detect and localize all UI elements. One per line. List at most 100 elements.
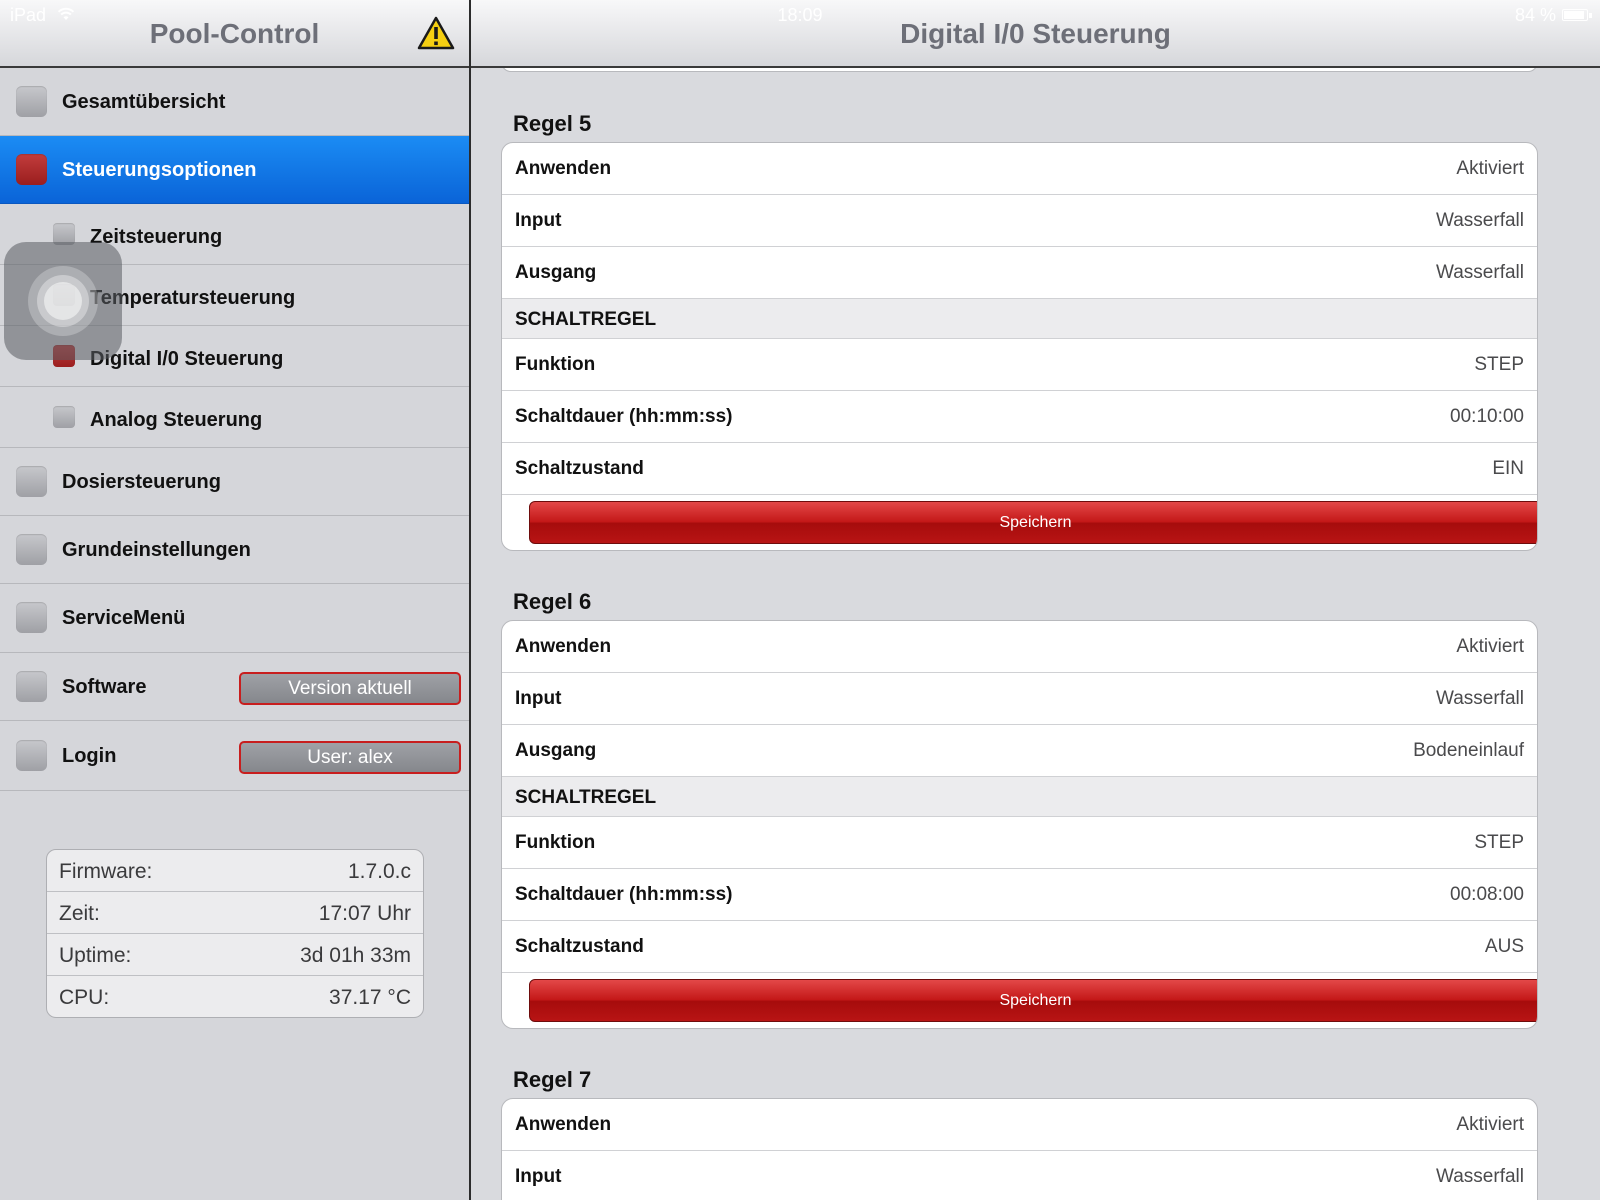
menu-item-label: Software [62, 676, 147, 698]
row-input[interactable]: Input Wasserfall [502, 673, 1537, 725]
submenu-item-label: Analog Steuerung [90, 409, 263, 431]
row-value: Wasserfall [1436, 262, 1524, 283]
row-ausgang[interactable]: Ausgang Bodeneinlauf [502, 725, 1537, 777]
row-label: Input [515, 210, 562, 231]
save-button[interactable]: Speichern [529, 501, 1537, 544]
submenu-icon [53, 406, 75, 428]
save-button[interactable]: Speichern [529, 979, 1537, 1022]
row-funktion[interactable]: Funktion STEP [502, 817, 1537, 869]
row-label: Schaltzustand [515, 936, 644, 957]
menu-icon [16, 671, 47, 702]
info-row-zeit: Zeit: 17:07 Uhr [47, 892, 423, 934]
row-label: Anwenden [515, 158, 612, 179]
row-value: STEP [1474, 354, 1524, 375]
rule-card-6: Anwenden Aktiviert Input Wasserfall Ausg… [501, 620, 1538, 1029]
software-version-badge[interactable]: Version aktuell [239, 672, 461, 705]
row-value: Wasserfall [1436, 688, 1524, 709]
section-header-label: SCHALTREGEL [515, 309, 657, 330]
row-anwenden[interactable]: Anwenden Aktiviert [502, 621, 1537, 673]
row-label: Funktion [515, 832, 596, 853]
menu-item-dosiersteuerung[interactable]: Dosiersteuerung [0, 448, 469, 516]
section-header-schaltregel: SCHALTREGEL [502, 777, 1537, 817]
row-schaltdauer[interactable]: Schaltdauer (hh:mm:ss) 00:08:00 [502, 869, 1537, 921]
row-label: Schaltdauer (hh:mm:ss) [515, 406, 733, 427]
row-label: Schaltdauer (hh:mm:ss) [515, 884, 733, 905]
menu-item-label: Steuerungsoptionen [62, 159, 257, 181]
menu-icon [16, 602, 47, 633]
login-user-badge[interactable]: User: alex [239, 741, 461, 774]
row-value: AUS [1484, 936, 1524, 957]
row-value: Bodeneinlauf [1413, 740, 1524, 761]
row-label: Funktion [515, 354, 596, 375]
menu-item-software[interactable]: Software Version aktuell [0, 653, 469, 721]
row-ausgang[interactable]: Ausgang Wasserfall [502, 247, 1537, 299]
info-key: Firmware: [59, 860, 153, 883]
row-schaltdauer[interactable]: Schaltdauer (hh:mm:ss) 00:10:00 [502, 391, 1537, 443]
rule-title: Regel 5 [513, 111, 592, 136]
menu-item-label: Grundeinstellungen [62, 539, 251, 561]
system-info-box: Firmware: 1.7.0.c Zeit: 17:07 Uhr Uptime… [46, 849, 424, 1018]
row-input[interactable]: Input Wasserfall [502, 195, 1537, 247]
battery-percentage: 84 % [1514, 5, 1556, 25]
row-schaltzustand[interactable]: Schaltzustand AUS [502, 921, 1537, 973]
row-label: Anwenden [515, 636, 612, 657]
rule-card-7: Anwenden Aktiviert Input Wasserfall [501, 1098, 1538, 1200]
menu-icon [16, 534, 47, 565]
row-value: EIN [1492, 458, 1524, 479]
row-value: Aktiviert [1456, 636, 1524, 657]
menu-item-login[interactable]: Login User: alex [0, 721, 469, 791]
row-schaltzustand[interactable]: Schaltzustand EIN [502, 443, 1537, 495]
menu-icon [16, 154, 47, 185]
rule-title: Regel 7 [513, 1067, 592, 1092]
row-label: Input [515, 1166, 562, 1187]
submenu-item-analog-steuerung[interactable]: Analog Steuerung [0, 387, 469, 448]
row-label: Anwenden [515, 1114, 612, 1135]
status-bar: iPad 18:09 84 % [0, 0, 1600, 28]
menu-item-label: ServiceMenü [62, 607, 186, 629]
menu-item-label: Dosiersteuerung [62, 471, 221, 493]
row-value: 00:10:00 [1450, 406, 1524, 427]
rule-card-5: Anwenden Aktiviert Input Wasserfall Ausg… [501, 142, 1538, 551]
row-value: 00:08:00 [1450, 884, 1524, 905]
row-value: Aktiviert [1456, 1114, 1524, 1135]
detail-pane[interactable]: Digital I/0 Steuerung Regel 5 Anwenden A… [471, 0, 1600, 1200]
row-anwenden[interactable]: Anwenden Aktiviert [502, 1099, 1537, 1151]
info-value: 1.7.0.c [347, 860, 411, 883]
row-value: Wasserfall [1436, 1166, 1524, 1187]
row-input[interactable]: Input Wasserfall [502, 1151, 1537, 1200]
clock: 18:09 [777, 5, 823, 25]
row-label: Input [515, 688, 562, 709]
row-funktion[interactable]: Funktion STEP [502, 339, 1537, 391]
master-pane: Pool-Control Gesamtübersicht Steuerungso… [0, 0, 469, 1200]
menu-item-gesamtuebersicht[interactable]: Gesamtübersicht [0, 68, 469, 136]
section-header-schaltregel: SCHALTREGEL [502, 299, 1537, 339]
menu-item-label: Gesamtübersicht [62, 91, 226, 113]
menu-icon [16, 466, 47, 497]
menu-icon [16, 86, 47, 117]
info-row-firmware: Firmware: 1.7.0.c [47, 850, 423, 892]
row-label: Ausgang [515, 262, 597, 283]
info-key: Uptime: [59, 944, 132, 967]
menu-item-servicemenue[interactable]: ServiceMenü [0, 584, 469, 653]
menu-icon [16, 740, 47, 771]
row-value: Wasserfall [1436, 210, 1524, 231]
row-anwenden[interactable]: Anwenden Aktiviert [502, 143, 1537, 195]
info-key: CPU: [59, 986, 110, 1009]
menu-item-label: Login [62, 745, 117, 767]
row-label: Schaltzustand [515, 458, 644, 479]
battery-icon [1562, 9, 1592, 21]
assistive-touch-button[interactable] [4, 242, 122, 360]
row-label: Ausgang [515, 740, 597, 761]
row-value: Aktiviert [1456, 158, 1524, 179]
info-row-uptime: Uptime: 3d 01h 33m [47, 934, 423, 976]
info-value: 17:07 Uhr [318, 902, 411, 925]
rule-title: Regel 6 [513, 589, 592, 614]
submenu-item-label: Digital I/0 Steuerung [90, 348, 284, 370]
info-value: 37.17 °C [329, 986, 411, 1009]
row-value: STEP [1474, 832, 1524, 853]
menu-item-grundeinstellungen[interactable]: Grundeinstellungen [0, 516, 469, 584]
info-row-cpu: CPU: 37.17 °C [47, 976, 423, 1017]
info-value: 3d 01h 33m [300, 944, 411, 967]
menu-item-steuerungsoptionen[interactable]: Steuerungsoptionen [0, 136, 469, 204]
section-header-label: SCHALTREGEL [515, 787, 657, 808]
